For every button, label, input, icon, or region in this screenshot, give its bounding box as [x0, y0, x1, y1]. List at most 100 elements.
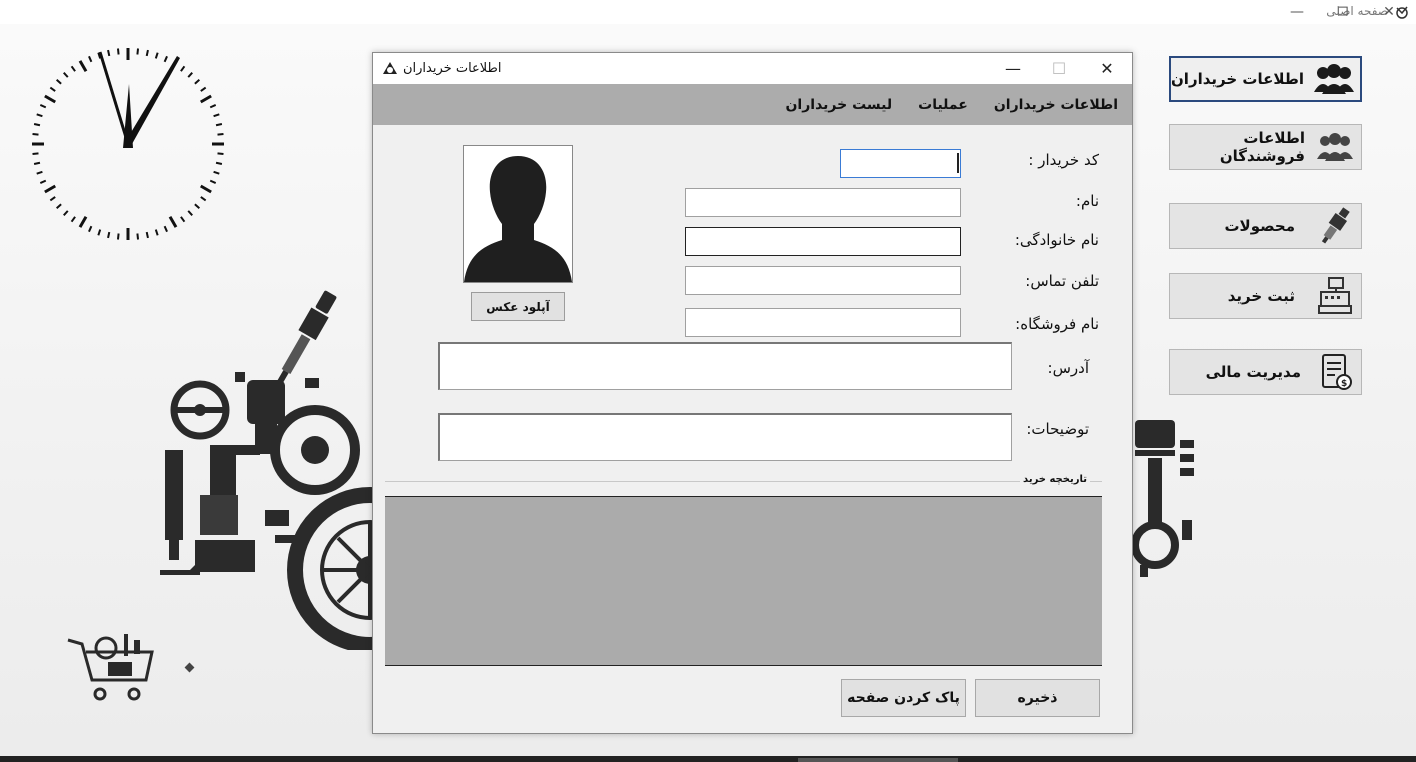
close-button[interactable]: ✕	[1366, 0, 1412, 24]
phone-label: تلفن تماس:	[1025, 272, 1099, 290]
person-silhouette-icon	[464, 146, 572, 282]
clock-hour-tick	[78, 215, 88, 228]
spark-plug-icon	[1313, 206, 1357, 246]
clock-minute-tick	[107, 231, 111, 239]
phone-input[interactable]	[685, 266, 961, 295]
address-input[interactable]	[438, 342, 1012, 390]
nav-products-label: محصولات	[1224, 217, 1295, 235]
clock-minute-tick	[33, 161, 41, 165]
purchase-history-grid[interactable]	[385, 496, 1102, 666]
menu-buyer-list[interactable]: لیست خریداران	[785, 97, 892, 113]
clock-minute-tick	[217, 152, 224, 156]
first-name-input[interactable]	[685, 188, 961, 217]
clock-minute-tick	[145, 49, 149, 57]
clock-minute-tick	[116, 233, 120, 240]
buyer-code-label: کد خریدار :	[1028, 151, 1099, 169]
first-name-label: نام:	[1075, 192, 1099, 210]
taskbar	[0, 756, 1416, 762]
clock-minute-tick	[154, 229, 159, 236]
clock-minute-tick	[70, 65, 76, 72]
clock-minute-tick	[39, 179, 47, 184]
purchase-history-caption: تاریخچه خرید	[1020, 474, 1090, 485]
clock-minute-tick	[33, 123, 41, 127]
menu-operations[interactable]: عملیات	[918, 97, 968, 113]
nav-finance-label: مدیریت مالی	[1205, 363, 1301, 381]
window-logo-icon	[383, 62, 397, 74]
clock-minute-tick	[194, 79, 201, 85]
text-caret	[957, 153, 959, 173]
clock-minute-tick	[107, 49, 111, 57]
clock-minute-tick	[136, 48, 140, 55]
clock-minute-tick	[88, 225, 93, 233]
clock-minute-tick	[49, 86, 56, 92]
nav-sellers-button[interactable]: اطلاعات فروشندگان	[1169, 124, 1362, 170]
group-icon	[1313, 127, 1357, 167]
store-name-label: نام فروشگاه:	[1015, 315, 1099, 333]
buyer-photo	[463, 145, 573, 283]
clock-minute-tick	[163, 225, 168, 233]
clock-minute-tick	[213, 113, 220, 118]
notes-input[interactable]	[438, 413, 1012, 461]
child-window-title: اطلاعات خریداران	[403, 61, 502, 76]
invoice-icon: $	[1313, 352, 1357, 392]
child-maximize-button[interactable]: ☐	[1036, 53, 1082, 84]
child-minimize-button[interactable]: —	[990, 53, 1036, 84]
clock-minute-tick	[180, 216, 186, 223]
store-name-input[interactable]	[685, 308, 961, 337]
nav-purchase-button[interactable]: ثبت خرید	[1169, 273, 1362, 319]
save-button[interactable]: ذخیره	[975, 679, 1100, 717]
upload-photo-button[interactable]: آپلود عکس	[471, 292, 565, 321]
clock-minute-tick	[49, 196, 56, 202]
nav-finance-button[interactable]: مدیریت مالی $	[1169, 349, 1362, 395]
clear-form-button[interactable]: پاک کردن صفحه	[841, 679, 966, 717]
clock-minute-tick	[63, 210, 69, 217]
menu-buyer-info[interactable]: اطلاعات خریداران	[994, 97, 1118, 113]
clock-minute-hand	[124, 56, 180, 144]
clock-minute-tick	[55, 203, 62, 209]
buyer-code-input[interactable]	[840, 149, 961, 178]
clock-minute-tick	[116, 48, 120, 55]
car-parts-illustration	[160, 290, 395, 650]
clock-minute-tick	[36, 113, 43, 118]
child-close-button[interactable]: ✕	[1084, 53, 1130, 84]
last-name-input[interactable]	[685, 227, 961, 256]
menu-bar: اطلاعات خریداران عملیات لیست خریداران	[373, 84, 1132, 125]
clock-minute-tick	[70, 216, 76, 223]
nav-products-button[interactable]: محصولات	[1169, 203, 1362, 249]
clock-hour-hand	[98, 51, 130, 145]
clock-minute-tick	[55, 79, 62, 85]
nav-buyers-label: اطلاعات خریداران	[1171, 70, 1304, 88]
svg-text:$: $	[1341, 379, 1347, 389]
clock-minute-tick	[145, 231, 149, 239]
clock-minute-tick	[187, 71, 193, 78]
analog-clock	[32, 48, 224, 240]
clock-minute-tick	[32, 132, 39, 136]
clock-hour-tick	[199, 94, 212, 104]
clock-minute-tick	[163, 55, 168, 63]
clock-hour-tick	[78, 60, 88, 73]
clock-minute-tick	[200, 196, 207, 202]
clock-minute-tick	[154, 52, 159, 59]
shopping-cart-icon	[67, 634, 154, 701]
piston-illustration	[1131, 420, 1194, 577]
clock-minute-tick	[217, 132, 224, 136]
clock-minute-tick	[88, 55, 93, 63]
clock-minute-tick	[180, 65, 186, 72]
nav-sellers-label: اطلاعات فروشندگان	[1219, 129, 1305, 165]
clock-minute-tick	[209, 104, 217, 109]
nav-buyers-button[interactable]: اطلاعات خریداران	[1169, 56, 1362, 102]
clock-minute-tick	[200, 86, 207, 92]
clock-minute-tick	[215, 161, 223, 165]
clock-second-hand	[123, 84, 133, 148]
clock-minute-tick	[97, 229, 102, 236]
buyer-info-window: اطلاعات خریداران — ☐ ✕ اطلاعات خریداران …	[372, 52, 1133, 734]
clock-hour-tick	[199, 184, 212, 194]
last-name-label: نام خانوادگی:	[1014, 231, 1099, 249]
minimize-button[interactable]: —	[1274, 0, 1320, 24]
restore-button[interactable]: ❐	[1320, 0, 1366, 24]
clock-minute-tick	[215, 123, 223, 127]
clock-minute-tick	[39, 104, 47, 109]
clock-minute-tick	[194, 203, 201, 209]
clock-hour-tick	[44, 184, 57, 194]
nav-purchase-label: ثبت خرید	[1227, 287, 1295, 305]
